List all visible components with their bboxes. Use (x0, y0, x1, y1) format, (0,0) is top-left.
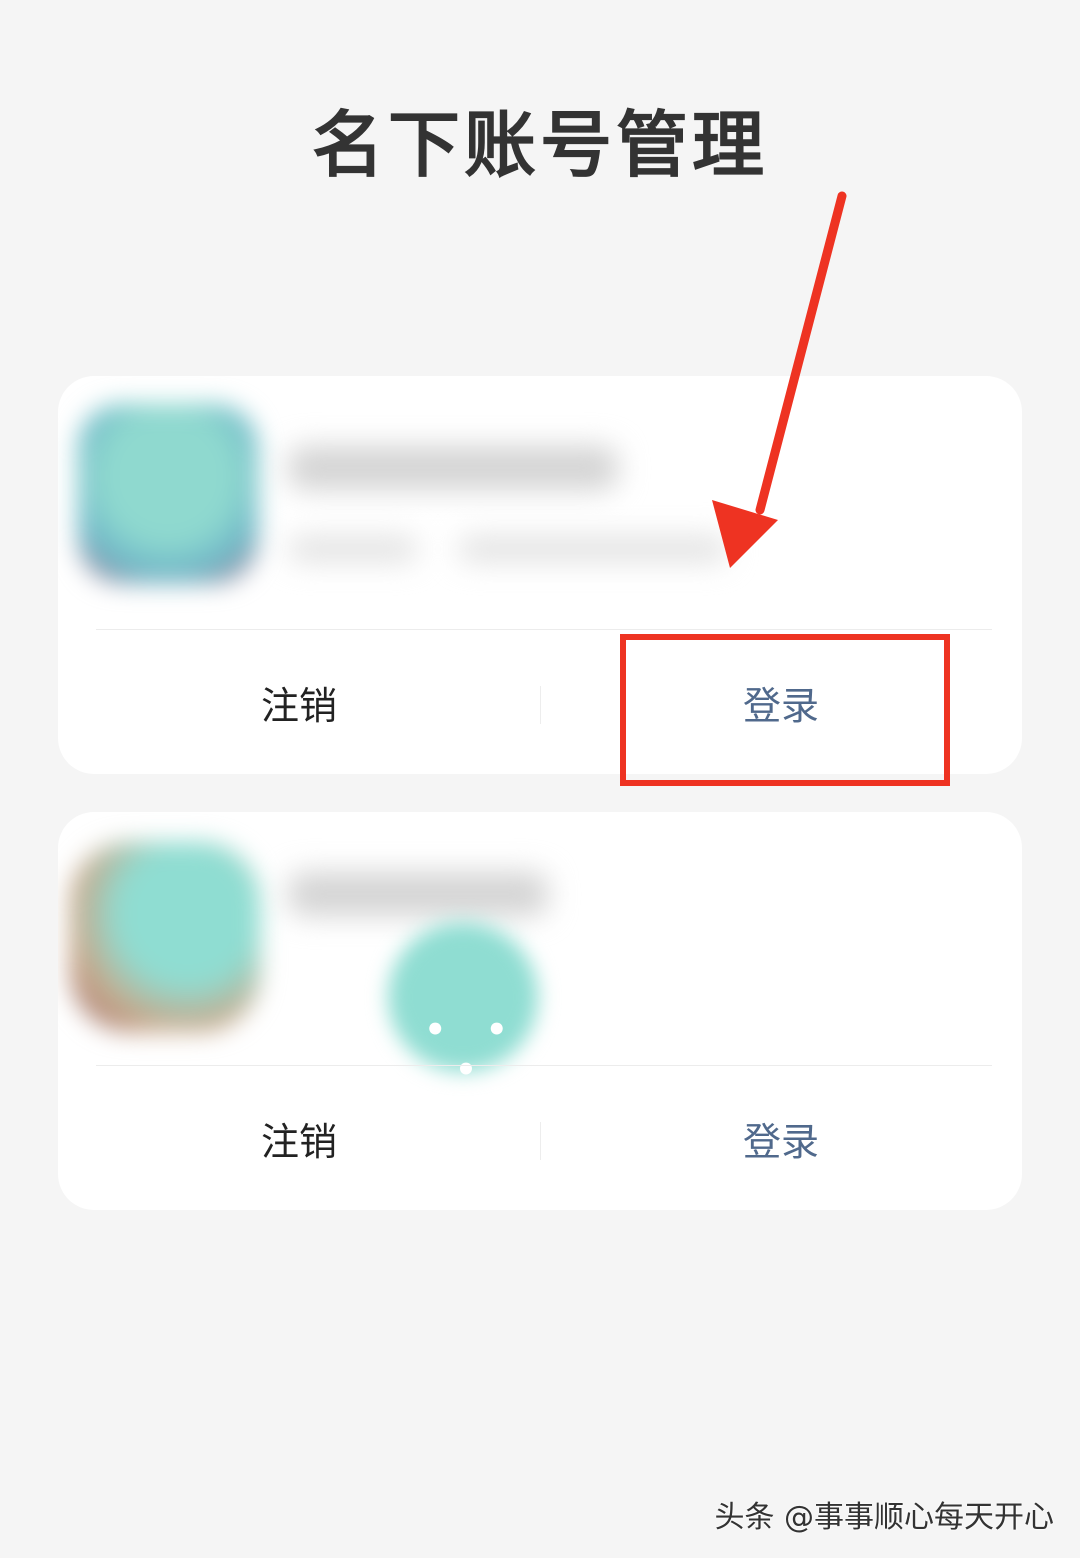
red-arrow-icon (712, 191, 847, 568)
watermark: 头条 @事事顺心每天开心 (714, 1500, 1054, 1535)
